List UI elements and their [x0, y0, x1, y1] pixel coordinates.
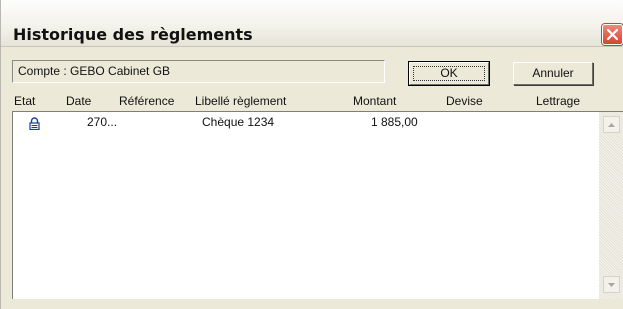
- title-bar[interactable]: Historique des règlements: [1, 0, 623, 46]
- cancel-button-label: Annuler: [532, 66, 574, 80]
- column-header-libelle[interactable]: Libellé règlement: [195, 94, 286, 108]
- cell-date: 270...: [87, 115, 118, 129]
- focus-rectangle: [413, 66, 485, 81]
- table-row[interactable]: 270... Chèque 1234 1 885,00: [13, 113, 598, 131]
- column-header-lettrage[interactable]: Lettrage: [536, 94, 580, 108]
- vertical-scrollbar[interactable]: [599, 112, 623, 299]
- window-title: Historique des règlements: [13, 25, 253, 44]
- dialog-window: Historique des règlements Compte : GEBO …: [0, 0, 623, 309]
- scroll-up-button[interactable]: [603, 116, 620, 133]
- scroll-up-icon: [608, 122, 615, 127]
- scroll-down-button[interactable]: [603, 276, 620, 293]
- column-header-devise[interactable]: Devise: [446, 94, 483, 108]
- column-header-reference[interactable]: Référence: [119, 94, 174, 108]
- cell-montant: 1 885,00: [371, 115, 418, 129]
- column-header-date[interactable]: Date: [66, 94, 91, 108]
- lock-icon: [29, 117, 40, 130]
- column-headers: Etat Date Référence Libellé règlement Mo…: [1, 94, 623, 111]
- column-header-montant[interactable]: Montant: [353, 94, 396, 108]
- scroll-down-icon: [608, 282, 615, 287]
- title-separator: [1, 46, 623, 47]
- column-header-etat[interactable]: Etat: [14, 94, 35, 108]
- cancel-button[interactable]: Annuler: [513, 62, 593, 85]
- close-button[interactable]: [602, 24, 623, 45]
- payments-list[interactable]: 270... Chèque 1234 1 885,00: [12, 111, 623, 299]
- ok-button[interactable]: OK: [409, 62, 489, 85]
- cell-libelle: Chèque 1234: [202, 115, 275, 129]
- account-field: Compte : GEBO Cabinet GB: [12, 60, 385, 83]
- close-icon: [606, 28, 619, 41]
- window-bottom-edge: [1, 299, 623, 309]
